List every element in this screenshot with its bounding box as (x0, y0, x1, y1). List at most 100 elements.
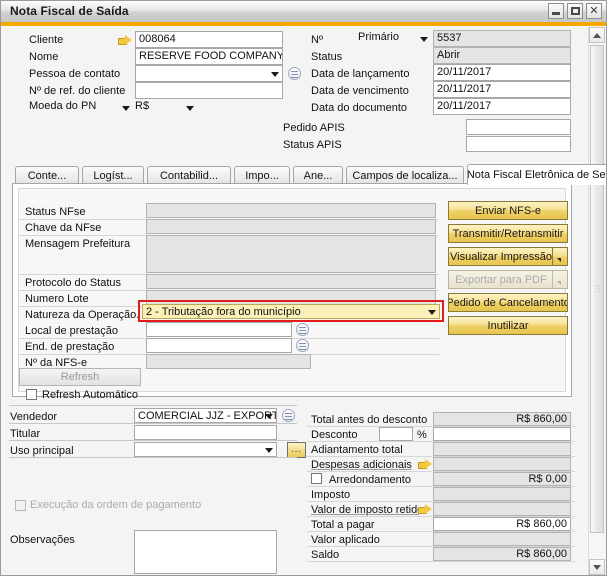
protocolo-do-status-input (146, 274, 436, 289)
total-value-field (433, 442, 571, 456)
scrollbar-thumb[interactable] (590, 45, 604, 533)
observacoes-label: Observações (10, 534, 75, 546)
total-value-field: R$ 0,00 (433, 472, 571, 486)
mensagem-prefeitura-input (146, 235, 436, 273)
refresh-button[interactable]: Refresh (19, 368, 141, 386)
button-label: Pedido de Cancelamento (448, 296, 568, 309)
vertical-scrollbar[interactable] (588, 27, 605, 575)
total-label: Saldo (311, 549, 340, 561)
num-ref-cliente-label: Nº de ref. do cliente (29, 85, 126, 97)
tab-strip: Conte... Logíst... Contabilid... Impo... Ane… (12, 164, 606, 185)
data-vencimento-input[interactable]: 20/11/2017 (433, 81, 571, 98)
button-dropdown-arrow (552, 271, 567, 288)
total-label: Desconto (311, 429, 358, 441)
data-lancamento-input[interactable]: 20/11/2017 (433, 64, 571, 81)
chevron-up-icon (593, 32, 601, 38)
total-label[interactable]: Valor de imposto retido (311, 504, 419, 516)
button-label: Inutilizar (487, 319, 529, 332)
end-de-prestacao-list-icon[interactable] (296, 339, 309, 352)
uso-principal-select[interactable] (134, 442, 277, 457)
tab-impo[interactable]: Impo... (234, 166, 290, 184)
button-label: Exportar para PDF (455, 273, 547, 286)
tab-conte[interactable]: Conte... (15, 166, 79, 184)
titular-input[interactable] (134, 425, 277, 440)
button-inutilizar[interactable]: Inutilizar (448, 316, 568, 335)
tab-ane[interactable]: Ane... (293, 166, 343, 184)
status-apis-input[interactable] (466, 136, 571, 152)
uso-principal-ellipsis-button[interactable]: ... (287, 442, 306, 458)
total-value-field (433, 502, 571, 516)
titular-label: Titular (10, 428, 41, 440)
button-label: Visualizar Impressão (450, 250, 552, 263)
pedido-apis-input[interactable] (466, 119, 571, 135)
button-transmitir-retransmitir[interactable]: Transmitir/Retransmitir (448, 224, 568, 243)
button-enviar-nfs-e[interactable]: Enviar NFS-e (448, 201, 568, 220)
refresh-automatico-checkbox[interactable] (26, 389, 37, 400)
tab-label: Ane... (303, 169, 333, 182)
nome-label: Nome (29, 51, 59, 63)
numero-tipo-value: Primário (358, 31, 399, 43)
mensagem-prefeitura-label: Mensagem Prefeitura (25, 238, 131, 250)
chevron-down-icon (186, 105, 194, 111)
natureza-da-operacao-label: Natureza da Operação. (25, 309, 140, 321)
end-de-prestacao-input[interactable] (146, 338, 292, 353)
chevron-down-icon (428, 309, 436, 315)
total-label: Imposto (311, 489, 351, 501)
local-de-prestacao-label: Local de prestação (25, 325, 118, 337)
maximize-button[interactable] (567, 3, 583, 19)
vendedor-label: Vendedor (10, 411, 58, 423)
execucao-ordem-pagamento-label: Execução da ordem de pagamento (30, 499, 202, 511)
pessoa-de-contato-select[interactable] (135, 65, 283, 82)
totals-row-separator (307, 561, 575, 562)
vendedor-select[interactable]: COMERCIAL JJZ - EXPORTAÇ (134, 408, 277, 423)
total-label[interactable]: Despesas adicionais (311, 459, 412, 471)
total-label: Total antes do desconto (311, 414, 428, 426)
tab-label: Logíst... (93, 169, 133, 182)
total-value-field[interactable] (433, 427, 571, 441)
numero-tipo-select[interactable]: Primário (358, 30, 431, 47)
desconto-percent-input[interactable] (379, 427, 413, 441)
cliente-label: Cliente (29, 34, 64, 46)
moeda-valor-select[interactable]: R$ (135, 99, 197, 116)
total-label: Arredondamento (329, 474, 411, 486)
chevron-down-icon (265, 413, 273, 419)
local-de-prestacao-list-icon[interactable] (296, 323, 309, 336)
end-de-prestacao-label: End. de prestação (25, 341, 115, 353)
total-value-field: R$ 860,00 (433, 547, 571, 561)
total-value-field[interactable]: R$ 860,00 (433, 517, 571, 531)
minimize-icon (552, 12, 560, 15)
tab-contabilid[interactable]: Contabilid... (147, 166, 231, 184)
total-link-arrow-icon[interactable] (418, 504, 432, 515)
uso-principal-label: Uso principal (10, 445, 74, 457)
tab-label: Nota Fiscal Eletrônica de Serv... (467, 169, 606, 181)
natureza-da-operacao-select[interactable]: 2 - Tributação fora do município (142, 304, 440, 319)
minimize-button[interactable] (548, 3, 564, 19)
tab-nota-fiscal-eletr-nica-de-serv[interactable]: Nota Fiscal Eletrônica de Serv... (467, 164, 606, 185)
button-pedido-de-cancelamento[interactable]: Pedido de Cancelamento (448, 293, 568, 312)
nome-input[interactable]: RESERVE FOOD COMPANY (135, 48, 283, 65)
scroll-down-button[interactable] (589, 559, 605, 575)
local-de-prestacao-input[interactable] (146, 322, 292, 337)
cliente-link-arrow-icon[interactable] (118, 35, 132, 46)
cliente-input[interactable]: 008064 (135, 31, 283, 48)
close-button[interactable]: ✕ (586, 3, 602, 19)
data-documento-input[interactable]: 20/11/2017 (433, 98, 571, 115)
total-link-arrow-icon[interactable] (418, 459, 432, 470)
arredondamento-checkbox[interactable] (311, 473, 322, 484)
observacoes-textarea[interactable] (134, 530, 277, 574)
status-value: Abrir (433, 47, 571, 64)
pessoa-de-contato-list-icon[interactable] (288, 67, 301, 80)
scroll-up-button[interactable] (589, 27, 605, 43)
button-dropdown-arrow[interactable] (552, 248, 567, 265)
button-label: Enviar NFS-e (474, 204, 542, 217)
chevron-down-icon (265, 447, 273, 453)
tab-log-st[interactable]: Logíst... (82, 166, 144, 184)
button-visualizar-impress-o[interactable]: Visualizar Impressão (448, 247, 568, 266)
num-ref-cliente-input[interactable] (135, 82, 283, 99)
moeda-do-pn-select[interactable]: Moeda do PN (29, 99, 133, 116)
protocolo-do-status-label: Protocolo do Status (25, 277, 122, 289)
button-label: Transmitir/Retransmitir (452, 227, 564, 240)
tab-campos-de-localiza[interactable]: Campos de localiza... (346, 166, 464, 184)
vendedor-list-icon[interactable] (282, 409, 295, 422)
natureza-da-operacao-value: 2 - Tributação fora do município (146, 306, 301, 318)
